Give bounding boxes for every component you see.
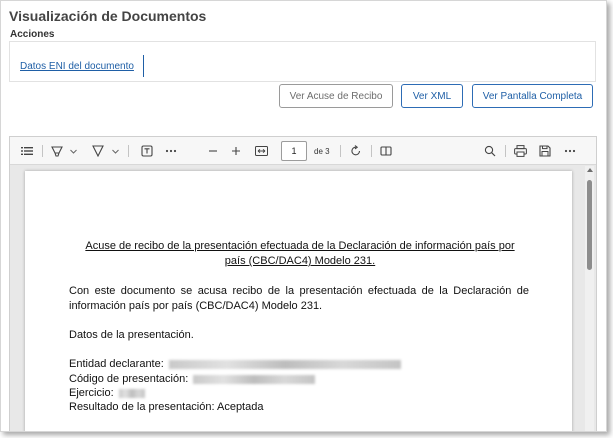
separator <box>340 145 341 157</box>
list-icon[interactable] <box>20 143 34 159</box>
zoom-out-icon[interactable] <box>206 143 220 159</box>
entidad-label: Entidad declarante: <box>69 358 164 370</box>
vertical-scrollbar[interactable] <box>585 166 594 431</box>
separator <box>128 145 129 157</box>
more-icon[interactable] <box>563 143 577 159</box>
actions-panel: Datos ENI del documento <box>9 41 596 82</box>
save-icon[interactable] <box>538 143 552 159</box>
redacted-value <box>168 359 401 369</box>
pdf-viewer: 1 de 3 Acuse de recibo de la presentació… <box>9 136 597 431</box>
pdf-page: Acuse de recibo de la presentación efect… <box>25 171 572 431</box>
separator <box>371 145 372 157</box>
chevron-down-icon[interactable] <box>110 143 120 159</box>
document-heading: Acuse de recibo de la presentación efect… <box>85 240 515 267</box>
separator <box>42 145 43 157</box>
window: Visualización de Documentos Acciones Dat… <box>0 0 607 432</box>
print-icon[interactable] <box>513 143 527 159</box>
document-intro: Con este documento se acusa recibo de la… <box>69 285 529 312</box>
ejercicio-row: Ejercicio: <box>69 386 145 400</box>
zoom-in-icon[interactable] <box>229 143 243 159</box>
codigo-label: Código de presentación: <box>69 373 189 385</box>
view-fullscreen-button[interactable]: Ver Pantalla Completa <box>472 84 593 108</box>
view-receipt-button[interactable]: Ver Acuse de Recibo <box>279 84 393 108</box>
separator <box>505 145 506 157</box>
entidad-row: Entidad declarante: <box>69 357 401 371</box>
search-icon[interactable] <box>483 143 497 159</box>
highlighter-icon[interactable] <box>50 143 64 159</box>
chevron-down-icon[interactable] <box>68 143 78 159</box>
page-title: Visualización de Documentos <box>9 8 207 24</box>
scroll-up-arrow-icon[interactable] <box>587 168 593 172</box>
rotate-icon[interactable] <box>349 143 363 159</box>
section-title: Acciones <box>10 29 55 40</box>
view-xml-button[interactable]: Ver XML <box>401 84 463 108</box>
page-view-icon[interactable] <box>379 143 393 159</box>
text-box-icon[interactable] <box>140 143 154 159</box>
scroll-thumb[interactable] <box>587 180 592 270</box>
codigo-row: Código de presentación: <box>69 372 316 386</box>
filter-pen-icon[interactable] <box>91 143 105 159</box>
more-icon[interactable] <box>164 143 178 159</box>
fit-width-icon[interactable] <box>254 143 268 159</box>
page-total-label: de 3 <box>314 147 330 156</box>
page-number-input[interactable]: 1 <box>281 141 307 161</box>
eni-data-link[interactable]: Datos ENI del documento <box>20 61 134 72</box>
divider <box>143 55 144 77</box>
document-data-label: Datos de la presentación. <box>69 329 194 341</box>
resultado-row: Resultado de la presentación: Aceptada <box>69 401 264 413</box>
pdf-toolbar: 1 de 3 <box>10 137 596 165</box>
redacted-value <box>118 388 145 398</box>
ejercicio-label: Ejercicio: <box>69 387 114 399</box>
redacted-value <box>193 374 316 384</box>
